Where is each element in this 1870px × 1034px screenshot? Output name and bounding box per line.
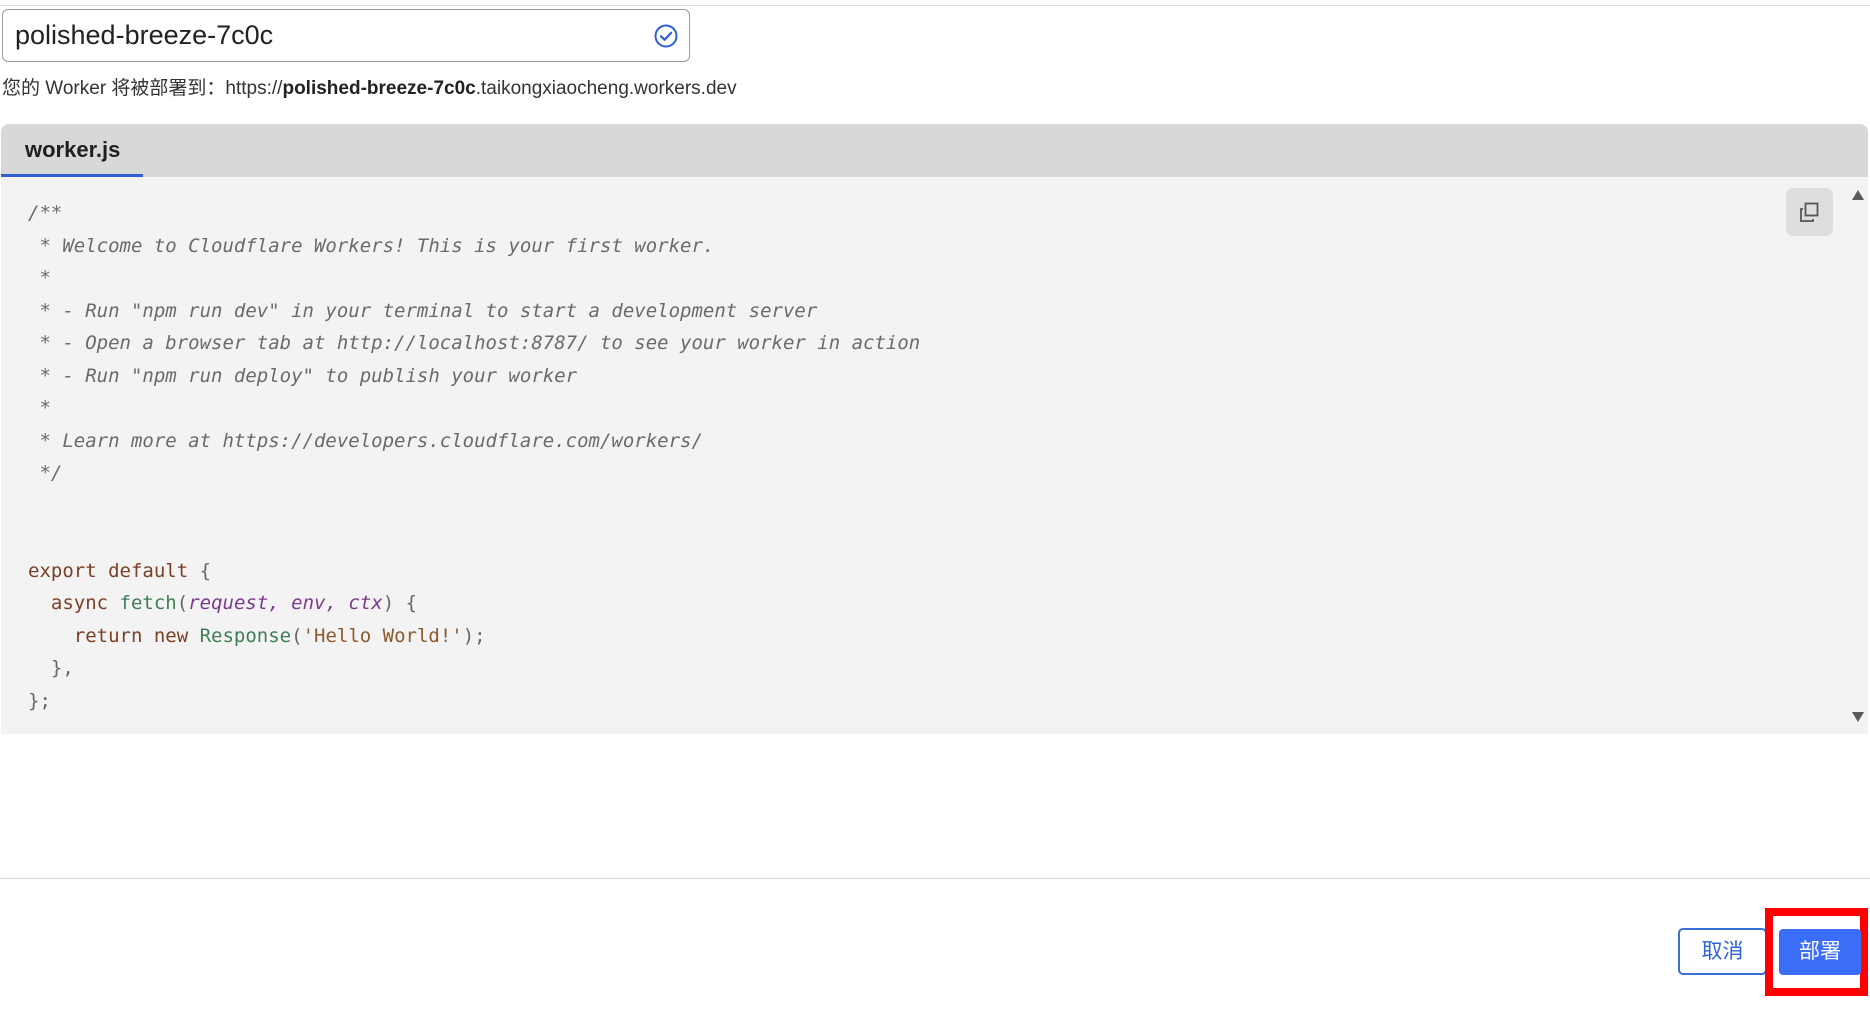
code-comment-line: * - Run "npm run deploy" to publish your… <box>28 364 578 387</box>
code-open-brace: { <box>188 559 212 582</box>
footer-divider <box>0 878 1870 879</box>
check-circle-icon <box>654 24 678 48</box>
code-close-object: }; <box>28 689 51 712</box>
code-return-keyword: return new <box>73 624 189 647</box>
deploy-url-subdomain: polished-breeze-7c0c <box>282 78 476 99</box>
scroll-up-arrow-icon[interactable] <box>1850 188 1866 202</box>
code-content[interactable]: /** * Welcome to Cloudflare Workers! Thi… <box>28 197 920 717</box>
editor-tab-bar: worker.js <box>1 124 1868 177</box>
code-param-env: env <box>291 592 326 614</box>
deploy-button[interactable]: 部署 <box>1779 929 1861 975</box>
code-fetch-function: fetch <box>119 592 177 614</box>
code-export-keyword: export default <box>28 559 189 582</box>
code-comment-line: * <box>28 397 51 419</box>
worker-name-field[interactable] <box>2 9 690 62</box>
code-param-ctx: ctx <box>348 592 383 614</box>
cancel-button[interactable]: 取消 <box>1678 928 1767 975</box>
deploy-url-prefix: 您的 Worker 将被部署到：https:// <box>2 78 283 99</box>
code-param-request: request <box>188 592 269 614</box>
code-response-class: Response <box>199 624 292 647</box>
deploy-worker-page: 您的 Worker 将被部署到：https://polished-breeze-… <box>0 0 1870 1034</box>
code-comment-line: /** <box>28 202 63 224</box>
code-close-function: }, <box>28 657 74 679</box>
copy-icon <box>1800 202 1819 222</box>
deploy-url-suffix: .taikongxiaocheng.workers.dev <box>475 78 737 99</box>
code-comment-line: * Learn more at https://developers.cloud… <box>28 429 703 452</box>
code-string-literal: 'Hello World!' <box>302 624 463 647</box>
code-editor: worker.js /** * Welcome to Cloudflare Wo… <box>1 124 1868 734</box>
code-area[interactable]: /** * Welcome to Cloudflare Workers! Thi… <box>1 177 1847 734</box>
code-async-keyword: async <box>50 592 109 614</box>
code-comment-line: * - Open a browser tab at http://localho… <box>28 332 921 354</box>
code-comment-line: * <box>28 267 51 289</box>
code-comment-line: * - Run "npm run dev" in your terminal t… <box>28 299 818 322</box>
deploy-url-hint: 您的 Worker 将被部署到：https://polished-breeze-… <box>2 73 737 100</box>
scroll-down-arrow-icon[interactable] <box>1850 710 1866 724</box>
tab-worker-js[interactable]: worker.js <box>1 124 143 177</box>
top-divider <box>0 5 1870 6</box>
copy-code-button[interactable] <box>1786 188 1833 236</box>
worker-name-input[interactable] <box>3 10 635 61</box>
code-comment-line: * Welcome to Cloudflare Workers! This is… <box>28 234 715 257</box>
code-comment-line: */ <box>28 462 63 484</box>
